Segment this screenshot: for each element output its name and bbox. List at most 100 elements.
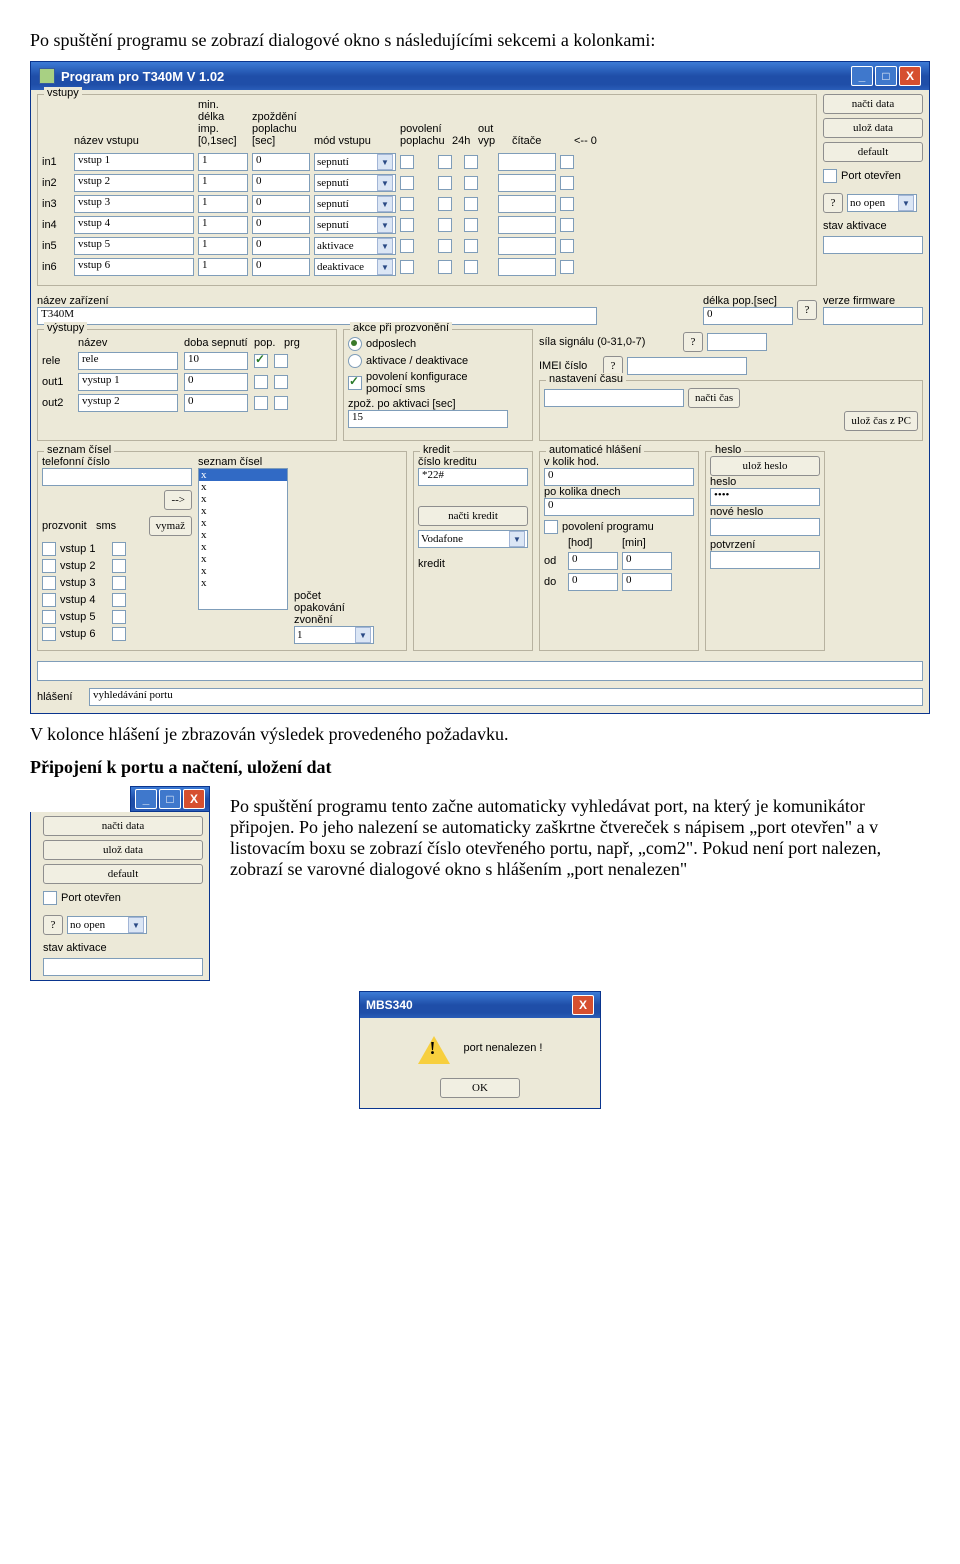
uloz-data-button[interactable]: ulož data: [43, 840, 203, 860]
zpozdeni-input[interactable]: 0: [252, 237, 310, 255]
mod-select[interactable]: sepnutí▼: [314, 195, 396, 213]
prg-checkbox[interactable]: [274, 354, 288, 368]
nacti-cas-button[interactable]: načti čas: [688, 388, 740, 408]
uloz-heslo-button[interactable]: ulož heslo: [710, 456, 820, 476]
verze-help-button[interactable]: ?: [797, 300, 817, 320]
sms-checkbox[interactable]: [112, 576, 126, 590]
signal-help-button[interactable]: ?: [683, 332, 703, 352]
sms-checkbox[interactable]: [112, 627, 126, 641]
prozvonit-checkbox[interactable]: [42, 542, 56, 556]
h24-checkbox[interactable]: [438, 239, 452, 253]
reset-checkbox[interactable]: [560, 155, 574, 169]
nazev-vstupu-input[interactable]: vstup 3: [74, 195, 194, 213]
h24-checkbox[interactable]: [438, 155, 452, 169]
min-delka-input[interactable]: 1: [198, 258, 248, 276]
prozvonit-checkbox[interactable]: [42, 576, 56, 590]
prozvonit-checkbox[interactable]: [42, 627, 56, 641]
nazev-vystupu-input[interactable]: vystup 1: [78, 373, 178, 391]
delka-pop-input[interactable]: 0: [703, 307, 793, 325]
doba-input[interactable]: 10: [184, 352, 248, 370]
do-hod-input[interactable]: 0: [568, 573, 618, 591]
dialog-ok-button[interactable]: OK: [440, 1078, 520, 1098]
mod-select[interactable]: sepnutí▼: [314, 174, 396, 192]
potvrzeni-input[interactable]: [710, 551, 820, 569]
doba-input[interactable]: 0: [184, 373, 248, 391]
doba-input[interactable]: 0: [184, 394, 248, 412]
povoleni-checkbox[interactable]: [400, 176, 414, 190]
add-number-button[interactable]: -->: [164, 490, 192, 510]
pop-checkbox[interactable]: [254, 375, 268, 389]
prg-checkbox[interactable]: [274, 396, 288, 410]
maximize-button[interactable]: □: [875, 66, 897, 86]
sms-config-checkbox[interactable]: [348, 376, 362, 390]
pokolika-input[interactable]: 0: [544, 498, 694, 516]
nacti-data-button[interactable]: načti data: [43, 816, 203, 836]
outvyp-checkbox[interactable]: [464, 260, 478, 274]
povoleni-checkbox[interactable]: [400, 239, 414, 253]
nazev-vystupu-input[interactable]: vystup 2: [78, 394, 178, 412]
nazev-vstupu-input[interactable]: vstup 5: [74, 237, 194, 255]
vkolik-input[interactable]: 0: [544, 468, 694, 486]
nacti-data-button[interactable]: načti data: [823, 94, 923, 114]
port-select[interactable]: no open▼: [67, 916, 147, 934]
prozvonit-checkbox[interactable]: [42, 559, 56, 573]
mod-select[interactable]: deaktivace▼: [314, 258, 396, 276]
mod-select[interactable]: sepnutí▼: [314, 153, 396, 171]
maximize-button[interactable]: □: [159, 789, 181, 809]
port-help-button[interactable]: ?: [43, 915, 63, 935]
default-button[interactable]: default: [43, 864, 203, 884]
zpozdeni-input[interactable]: 0: [252, 195, 310, 213]
prozvonit-checkbox[interactable]: [42, 610, 56, 624]
opakovani-select[interactable]: 1▼: [294, 626, 374, 644]
reset-checkbox[interactable]: [560, 260, 574, 274]
nacti-kredit-button[interactable]: načti kredit: [418, 506, 528, 526]
mod-select[interactable]: sepnutí▼: [314, 216, 396, 234]
outvyp-checkbox[interactable]: [464, 155, 478, 169]
radio-odposlech[interactable]: [348, 337, 362, 351]
min-delka-input[interactable]: 1: [198, 237, 248, 255]
sms-checkbox[interactable]: [112, 559, 126, 573]
sms-checkbox[interactable]: [112, 542, 126, 556]
pop-checkbox[interactable]: [254, 396, 268, 410]
min-delka-input[interactable]: 1: [198, 195, 248, 213]
nazev-vstupu-input[interactable]: vstup 6: [74, 258, 194, 276]
uloz-data-button[interactable]: ulož data: [823, 118, 923, 138]
outvyp-checkbox[interactable]: [464, 239, 478, 253]
port-otevren-checkbox[interactable]: [43, 891, 57, 905]
vymaz-button[interactable]: vymaž: [149, 516, 192, 536]
min-delka-input[interactable]: 1: [198, 216, 248, 234]
prozvonit-checkbox[interactable]: [42, 593, 56, 607]
povoleni-programu-checkbox[interactable]: [544, 520, 558, 534]
pop-checkbox[interactable]: [254, 354, 268, 368]
od-min-input[interactable]: 0: [622, 552, 672, 570]
tel-cislo-input[interactable]: [42, 468, 192, 486]
mod-select[interactable]: aktivace▼: [314, 237, 396, 255]
zpozdeni-input[interactable]: 0: [252, 258, 310, 276]
reset-checkbox[interactable]: [560, 218, 574, 232]
povoleni-checkbox[interactable]: [400, 155, 414, 169]
do-min-input[interactable]: 0: [622, 573, 672, 591]
close-button[interactable]: X: [899, 66, 921, 86]
cislo-kreditu-input[interactable]: *22#: [418, 468, 528, 486]
nazev-vstupu-input[interactable]: vstup 4: [74, 216, 194, 234]
minimize-button[interactable]: _: [135, 789, 157, 809]
close-button[interactable]: X: [183, 789, 205, 809]
port-help-button[interactable]: ?: [823, 193, 843, 213]
outvyp-checkbox[interactable]: [464, 197, 478, 211]
seznam-listbox[interactable]: xxxxxxxxxx: [198, 468, 288, 610]
povoleni-checkbox[interactable]: [400, 260, 414, 274]
min-delka-input[interactable]: 1: [198, 153, 248, 171]
nazev-vstupu-input[interactable]: vstup 2: [74, 174, 194, 192]
uloz-cas-button[interactable]: ulož čas z PC: [844, 411, 918, 431]
h24-checkbox[interactable]: [438, 260, 452, 274]
zpoz-aktivaci-input[interactable]: 15: [348, 410, 508, 428]
zpozdeni-input[interactable]: 0: [252, 174, 310, 192]
od-hod-input[interactable]: 0: [568, 552, 618, 570]
reset-checkbox[interactable]: [560, 176, 574, 190]
h24-checkbox[interactable]: [438, 197, 452, 211]
nazev-zarizeni-input[interactable]: T340M: [37, 307, 597, 325]
nazev-vstupu-input[interactable]: vstup 1: [74, 153, 194, 171]
reset-checkbox[interactable]: [560, 239, 574, 253]
povoleni-checkbox[interactable]: [400, 197, 414, 211]
outvyp-checkbox[interactable]: [464, 218, 478, 232]
